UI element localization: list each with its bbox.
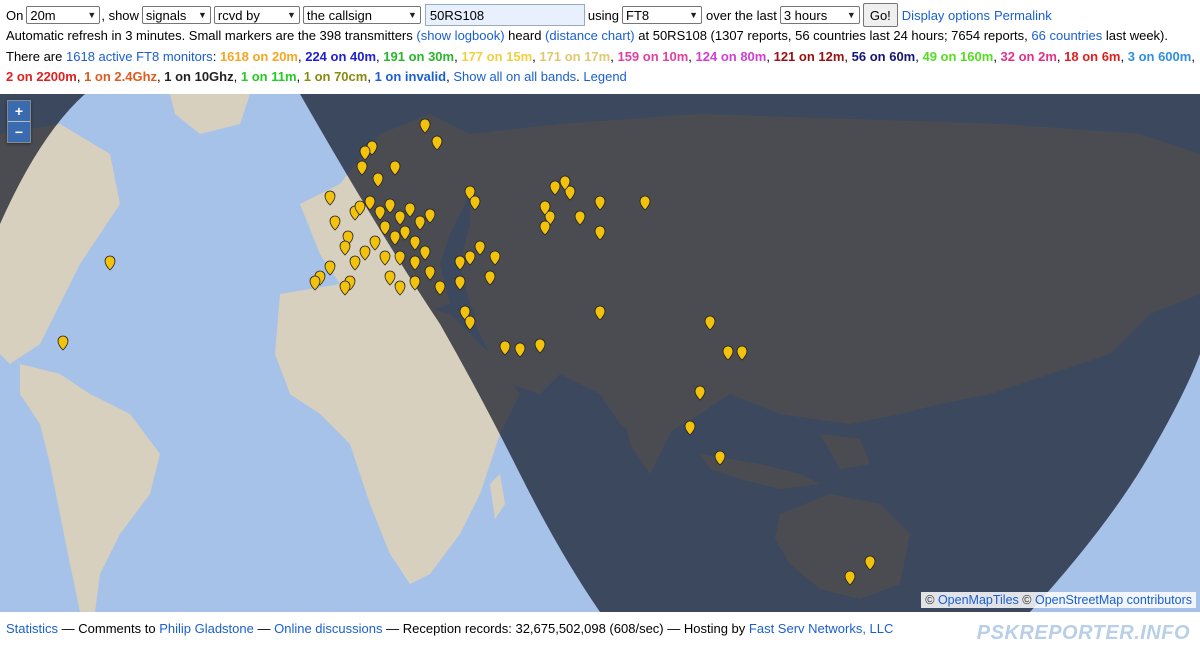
what-select[interactable]: signals ▼ <box>141 6 211 24</box>
band-count[interactable]: 18 on 6m <box>1064 49 1120 64</box>
chevron-down-icon: ▼ <box>287 10 296 20</box>
dash-text: — <box>257 621 271 636</box>
band-count[interactable]: 1 on 2.4Ghz <box>84 69 157 84</box>
heard-text: heard <box>508 28 542 43</box>
statistics-link[interactable]: Statistics <box>6 621 58 636</box>
status-prefix: Automatic refresh in 3 minutes. Small ma… <box>6 28 413 43</box>
band-count[interactable]: 2 on 2200m <box>6 69 77 84</box>
map-canvas[interactable] <box>0 94 1200 612</box>
chevron-down-icon: ▼ <box>408 10 417 20</box>
show-logbook-link[interactable]: (show logbook) <box>416 28 504 43</box>
period-select[interactable]: 3 hours ▼ <box>779 6 860 24</box>
band-count[interactable]: 121 on 12m <box>774 49 845 64</box>
search-controls: On 20m ▼ , show signals ▼ rcvd by ▼ the cal… <box>6 3 1052 27</box>
colon: : <box>212 49 217 64</box>
band-count[interactable]: 1618 on 20m <box>220 49 298 64</box>
show-all-bands-link[interactable]: Show all on all bands <box>453 69 576 84</box>
openmaptiles-link[interactable]: OpenMapTiles <box>938 593 1019 607</box>
chevron-down-icon: ▼ <box>87 10 97 20</box>
monitors-line: There are 1618 active FT8 monitors: 1618… <box>6 49 1195 84</box>
band-select[interactable]: 20m ▼ <box>26 6 101 24</box>
band-count[interactable]: 49 on 160m <box>922 49 993 64</box>
countries-link[interactable]: 66 countries <box>1031 28 1102 43</box>
band-count[interactable]: 191 on 30m <box>383 49 454 64</box>
night-shadow <box>0 94 1200 612</box>
status-line: Automatic refresh in 3 minutes. Small ma… <box>6 28 1168 43</box>
permalink-link[interactable]: Permalink <box>994 8 1052 23</box>
zoom-control: + − <box>7 100 31 143</box>
target-select[interactable]: the callsign ▼ <box>302 6 421 24</box>
show-label: , show <box>101 7 139 23</box>
distance-chart-link[interactable]: (distance chart) <box>545 28 635 43</box>
active-monitors-link[interactable]: 1618 active FT8 monitors <box>66 49 213 64</box>
direction-select[interactable]: rcvd by ▼ <box>213 6 300 24</box>
band-count[interactable]: 1 on 10Ghz <box>164 69 233 84</box>
copyright-symbol: © <box>925 593 935 607</box>
band-count[interactable]: 1 on 11m <box>241 69 297 84</box>
world-map[interactable] <box>0 94 1200 612</box>
band-count[interactable]: 1 on 70cm <box>304 69 368 84</box>
chevron-down-icon: ▼ <box>198 10 207 20</box>
band-count[interactable]: 171 on 17m <box>539 49 610 64</box>
status-at-text: at 50RS108 (1307 reports, 56 countries l… <box>638 28 1028 43</box>
chevron-down-icon: ▼ <box>846 10 856 20</box>
using-label: using <box>587 7 619 23</box>
on-label: On <box>6 7 24 23</box>
go-button[interactable]: Go! <box>862 3 898 27</box>
band-count[interactable]: 3 on 600m <box>1128 49 1192 64</box>
band-count[interactable]: 32 on 2m <box>1001 49 1057 64</box>
legend-link[interactable]: Legend <box>583 69 626 84</box>
band-count[interactable]: 159 on 10m <box>617 49 688 64</box>
map-marker-icon[interactable] <box>104 255 116 271</box>
footer: Statistics — Comments to Philip Gladston… <box>6 621 893 636</box>
mode-select[interactable]: FT8 ▼ <box>622 6 702 24</box>
zoom-out-button[interactable]: − <box>8 121 30 142</box>
zoom-in-button[interactable]: + <box>8 101 30 121</box>
site-logo: PSKREPORTER.INFO <box>976 622 1190 644</box>
hosting-link[interactable]: Fast Serv Networks, LLC <box>749 621 894 636</box>
chevron-down-icon: ▼ <box>689 10 698 20</box>
over-label: over the last <box>706 7 777 23</box>
band-count[interactable]: 56 on 60m <box>852 49 916 64</box>
display-options-link[interactable]: Display options <box>902 8 990 23</box>
author-link[interactable]: Philip Gladstone <box>159 621 254 636</box>
status-suffix: last week). <box>1105 28 1168 43</box>
band-count[interactable]: 177 on 15m <box>461 49 532 64</box>
records-text: — Reception records: 32,675,502,098 (608… <box>386 621 746 636</box>
callsign-input[interactable]: 50RS108 <box>424 4 585 26</box>
band-count[interactable]: 124 on 80m <box>696 49 767 64</box>
map-attribution: © OpenMapTiles © OpenStreetMap contribut… <box>921 592 1196 608</box>
copyright-symbol: © <box>1022 593 1032 607</box>
band-count[interactable]: 224 on 40m <box>305 49 376 64</box>
monitors-prefix: There are <box>6 49 63 64</box>
comments-text: — Comments to <box>61 621 156 636</box>
map-marker-icon[interactable] <box>57 335 69 351</box>
discussions-link[interactable]: Online discussions <box>274 621 382 636</box>
band-count[interactable]: 1 on invalid <box>375 69 447 84</box>
openstreetmap-link[interactable]: OpenStreetMap contributors <box>1035 593 1192 607</box>
